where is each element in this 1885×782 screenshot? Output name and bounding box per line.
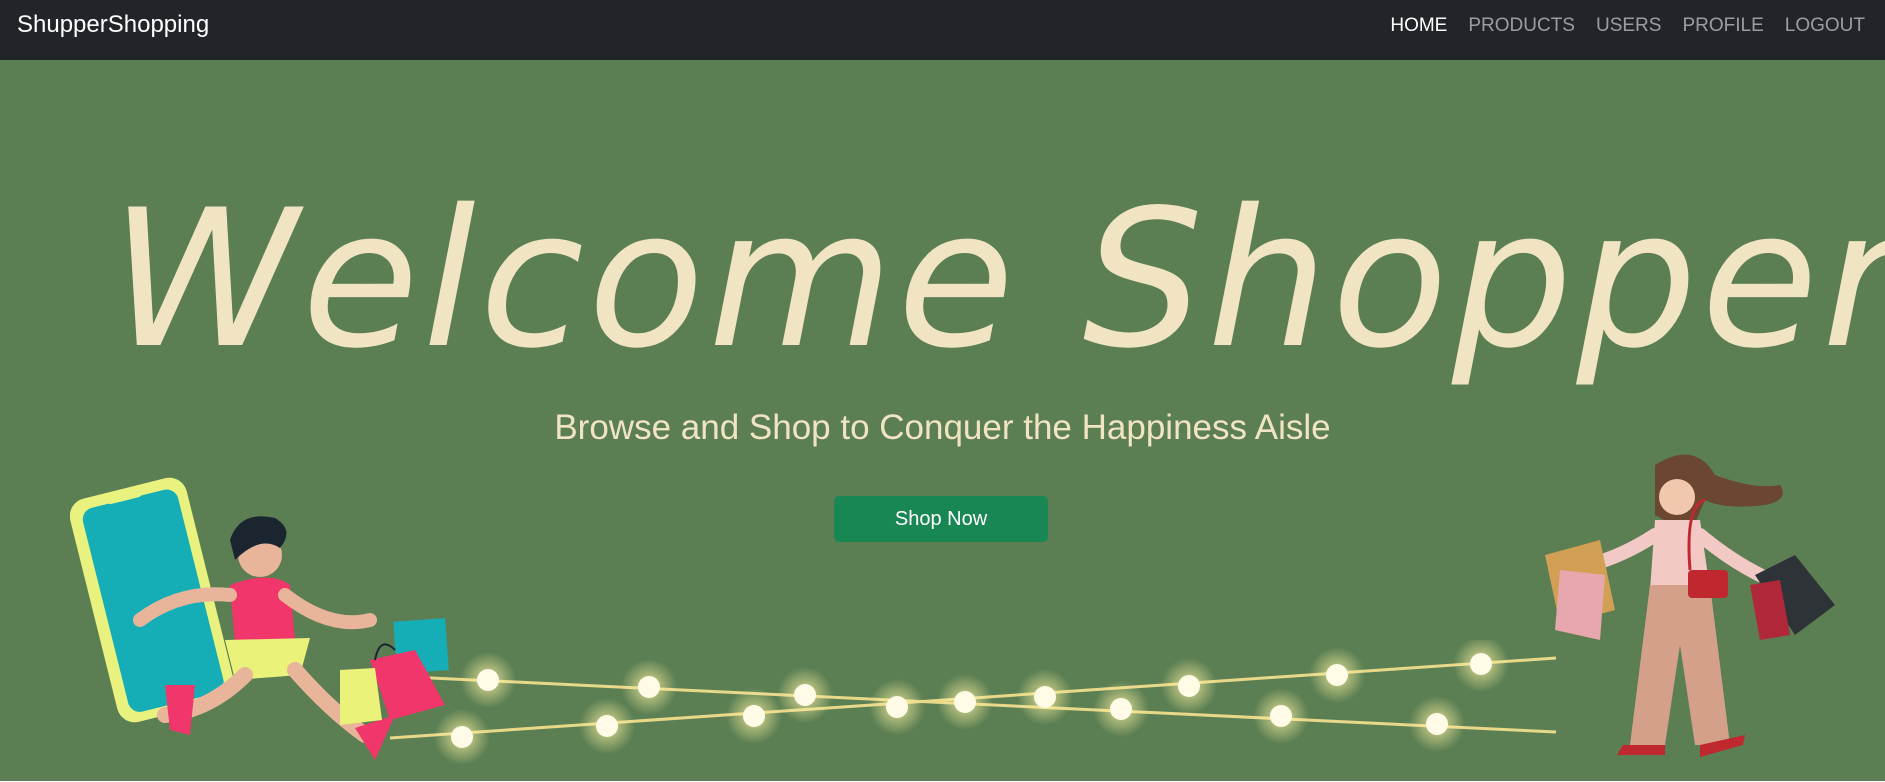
brand-logo[interactable]: ShupperShopping <box>17 11 209 39</box>
navbar: ShupperShopping HOME PRODUCTS USERS PROF… <box>0 0 1885 60</box>
shop-now-button[interactable]: Shop Now <box>834 496 1048 542</box>
string-lights-illustration <box>389 640 1557 765</box>
hero-subtitle: Browse and Shop to Conquer the Happiness… <box>554 408 1331 447</box>
nav-profile[interactable]: PROFILE <box>1682 15 1763 37</box>
hero-banner: Welcome Shoppers Browse and Shop to Conq… <box>0 60 1885 781</box>
walking-shopper-illustration <box>1545 454 1835 757</box>
nav-menu: HOME PRODUCTS USERS PROFILE LOGOUT <box>1369 15 1865 37</box>
nav-users[interactable]: USERS <box>1596 15 1661 37</box>
nav-logout[interactable]: LOGOUT <box>1785 15 1865 37</box>
hero-title: Welcome Shoppers <box>110 169 1885 390</box>
nav-home[interactable]: HOME <box>1390 15 1447 37</box>
phone-shopper-illustration <box>70 477 449 760</box>
nav-products[interactable]: PRODUCTS <box>1468 15 1575 37</box>
